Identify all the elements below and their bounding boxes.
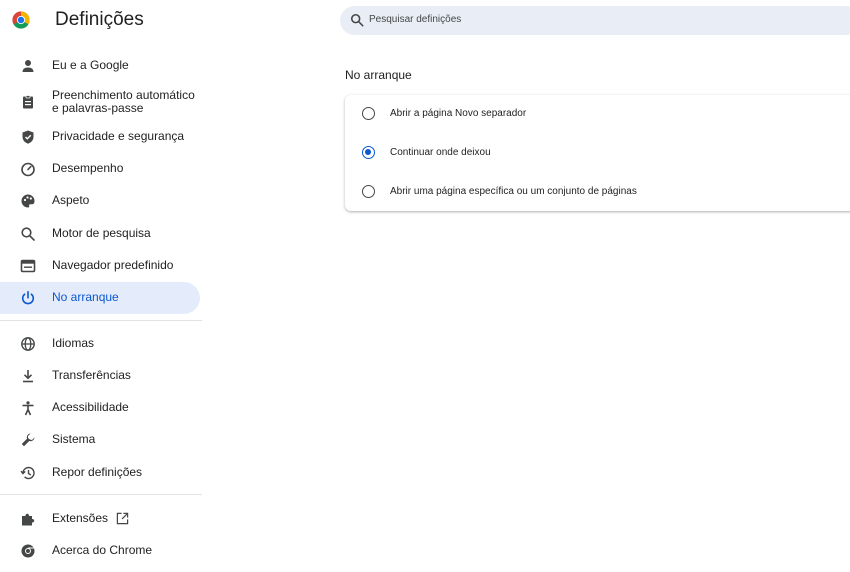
sidebar-item-label: Repor definições — [52, 465, 143, 479]
sidebar-item-label: No arranque — [52, 290, 119, 304]
section-title: No arranque — [345, 68, 412, 82]
radio-option-specific-pages[interactable]: Abrir uma página específica ou um conjun… — [345, 173, 850, 211]
search-icon — [21, 227, 35, 241]
radio-button-checked[interactable] — [362, 146, 375, 159]
sidebar-item-label: Transferências — [52, 368, 131, 382]
clipboard-icon — [23, 95, 33, 109]
palette-icon — [21, 194, 35, 208]
radio-option-new-tab[interactable]: Abrir a página Novo separador — [345, 95, 850, 133]
globe-icon — [21, 337, 35, 351]
wrench-icon — [21, 433, 35, 447]
sidebar-divider — [0, 494, 202, 495]
person-icon — [22, 60, 34, 72]
speedometer-icon — [21, 162, 35, 177]
sidebar-divider — [0, 320, 202, 321]
sidebar-item-privacy[interactable]: Privacidade e segurança — [0, 121, 200, 153]
sidebar-item-reset-settings[interactable]: Repor definições — [0, 457, 200, 489]
sidebar-item-label: Aspeto — [52, 193, 90, 207]
chrome-icon — [21, 544, 35, 558]
search-icon — [350, 13, 364, 27]
sidebar-item-on-startup[interactable]: No arranque — [0, 282, 200, 314]
chrome-logo-icon — [12, 11, 30, 29]
browser-icon — [20, 259, 36, 273]
sidebar-item-label: Extensões — [52, 511, 109, 525]
search-input[interactable]: Pesquisar definições — [340, 6, 850, 35]
sidebar-item-label: Sistema — [52, 432, 96, 446]
shield-icon — [22, 130, 34, 144]
sidebar-item-label: Preenchimento automático e palavras-pass… — [52, 88, 195, 115]
page-title: Definições — [55, 9, 144, 30]
sidebar-item-appearance[interactable]: Aspeto — [0, 185, 200, 217]
sidebar-item-label: Desempenho — [52, 161, 124, 175]
sidebar-item-label: Eu e a Google — [52, 58, 129, 72]
sidebar-item-search-engine[interactable]: Motor de pesquisa — [0, 218, 200, 250]
search-placeholder: Pesquisar definições — [369, 14, 462, 25]
sidebar-item-label: Acerca do Chrome — [52, 543, 153, 557]
external-link-icon — [116, 512, 129, 525]
radio-button[interactable] — [362, 185, 375, 198]
sidebar-item-label: Acessibilidade — [52, 400, 129, 414]
sidebar-item-label: Idiomas — [52, 336, 95, 350]
radio-label: Continuar onde deixou — [390, 147, 491, 158]
sidebar-item-accessibility[interactable]: Acessibilidade — [0, 392, 200, 424]
sidebar-item-label: Navegador predefinido — [52, 258, 174, 272]
history-icon — [20, 466, 35, 480]
sidebar-item-downloads[interactable]: Transferências — [0, 360, 200, 392]
radio-label: Abrir a página Novo separador — [390, 108, 527, 119]
sidebar-item-autofill[interactable]: Preenchimento automático e palavras-pass… — [0, 86, 200, 118]
sidebar-item-label: Privacidade e segurança — [52, 129, 185, 143]
power-icon — [21, 290, 35, 305]
sidebar-item-default-browser[interactable]: Navegador predefinido — [0, 250, 200, 282]
sidebar-item-about-chrome[interactable]: Acerca do Chrome — [0, 535, 200, 567]
startup-options-card: Abrir a página Novo separador Continuar … — [345, 95, 850, 211]
sidebar-item-languages[interactable]: Idiomas — [0, 328, 200, 360]
puzzle-icon — [22, 513, 35, 526]
radio-option-continue[interactable]: Continuar onde deixou — [345, 134, 850, 172]
radio-button[interactable] — [362, 107, 375, 120]
sidebar-item-performance[interactable]: Desempenho — [0, 153, 200, 185]
sidebar-item-you-and-google[interactable]: Eu e a Google — [0, 50, 200, 82]
sidebar-item-system[interactable]: Sistema — [0, 424, 200, 456]
accessibility-icon — [22, 401, 34, 416]
sidebar-item-extensions[interactable]: Extensões — [0, 503, 200, 535]
radio-label: Abrir uma página específica ou um conjun… — [390, 186, 637, 197]
download-icon — [23, 370, 33, 383]
sidebar-item-label: Motor de pesquisa — [52, 226, 151, 240]
